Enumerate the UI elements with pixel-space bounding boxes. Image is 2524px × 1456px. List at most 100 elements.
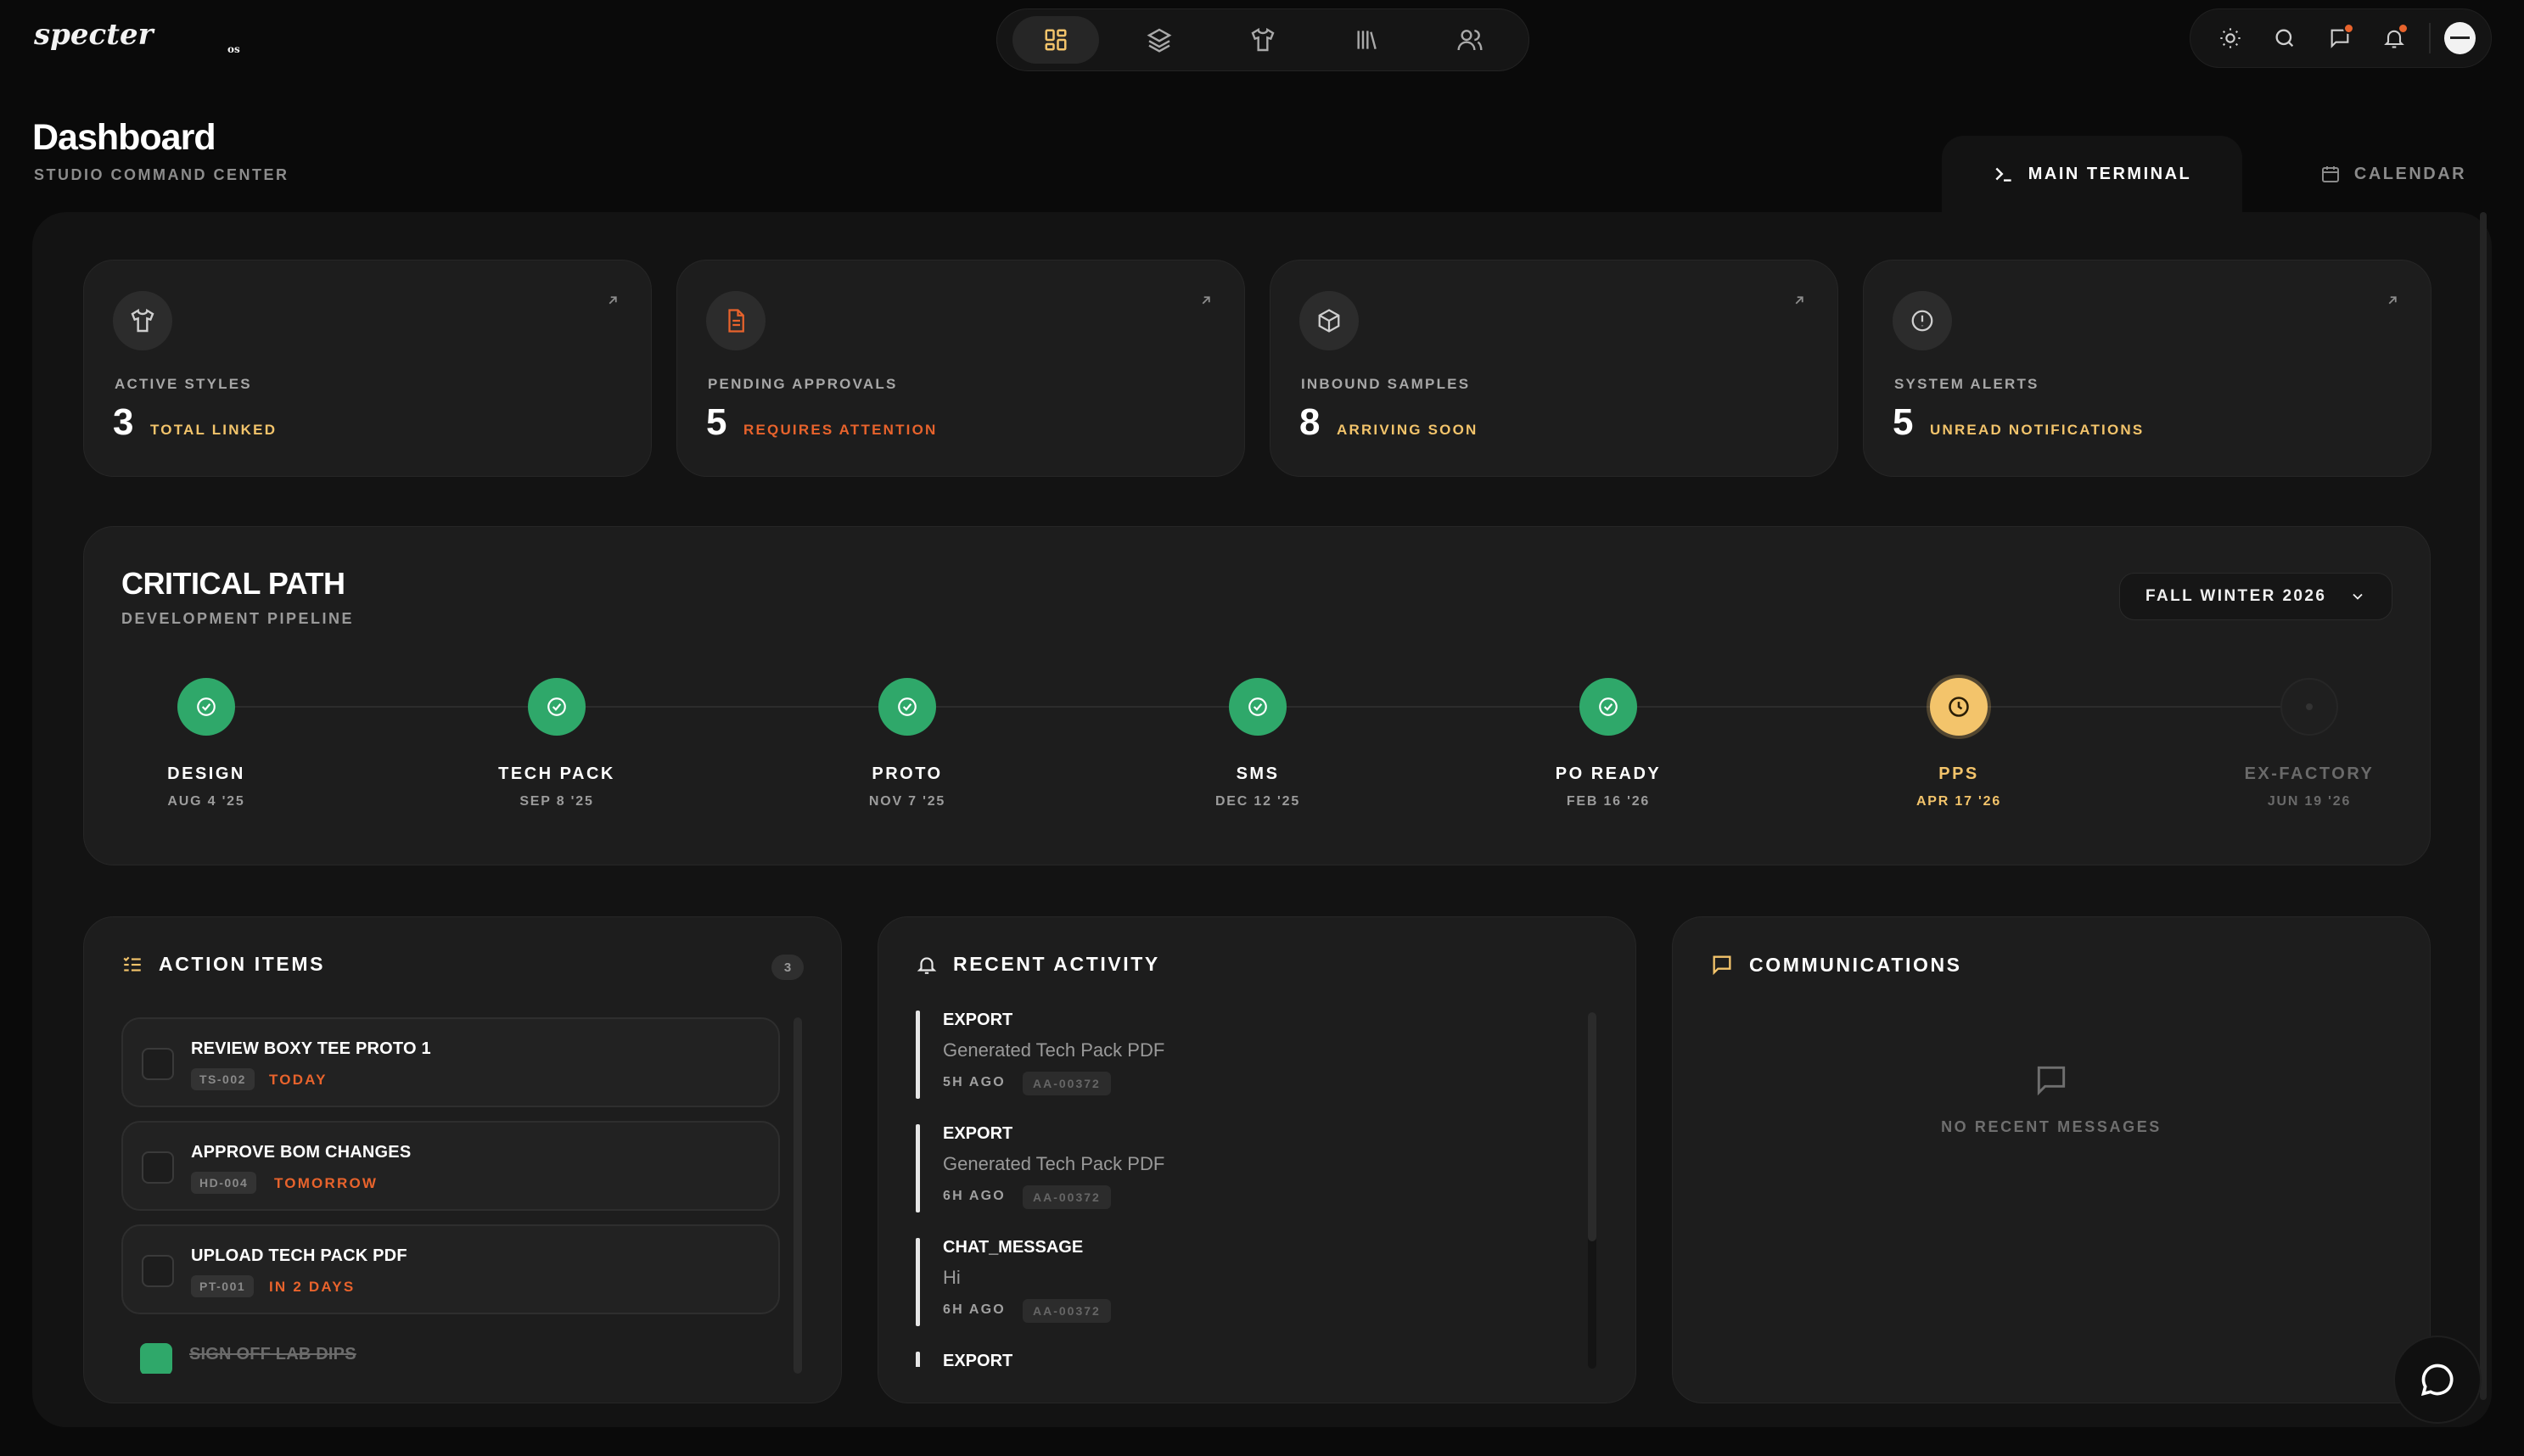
user-avatar[interactable] — [2444, 22, 2476, 54]
logo-wordmark: specter — [34, 22, 155, 52]
tab-main-terminal[interactable]: MAIN TERMINAL — [1942, 136, 2242, 212]
unread-dot — [2342, 23, 2354, 34]
empty-state-text: NO RECENT MESSAGES — [1941, 1118, 2162, 1135]
stat-card-inbound-samples[interactable]: INBOUND SAMPLES 8 ARRIVING SOON — [1270, 260, 1838, 477]
arrow-up-right-icon[interactable] — [605, 293, 620, 308]
stage-status-circle — [1930, 678, 1988, 736]
stage-date: APR 17 '26 — [1915, 794, 2002, 809]
nav-styles[interactable] — [1220, 16, 1306, 64]
stage-status-circle — [2280, 678, 2338, 736]
stage-name: EX-FACTORY — [2244, 764, 2375, 783]
action-checkbox[interactable] — [142, 1151, 174, 1184]
stat-label: SYSTEM ALERTS — [1894, 376, 2039, 392]
action-item[interactable]: APPROVE BOM CHANGES HD-004 TOMORROW — [121, 1121, 780, 1211]
stat-value: 8 — [1299, 401, 1321, 443]
action-title: SIGN OFF LAB DIPS — [189, 1345, 356, 1364]
check-circle-icon — [1247, 696, 1269, 718]
arrow-up-right-icon[interactable] — [1198, 293, 1214, 308]
activity-entry[interactable]: EXPORT Generated Tech Pack PDF 6H AGO AA… — [916, 1124, 1578, 1238]
stage-status-circle — [878, 678, 936, 736]
stage-name: DESIGN — [167, 764, 245, 783]
activity-time: 6H AGO — [943, 1302, 1006, 1317]
tab-calendar[interactable]: CALENDAR — [2291, 136, 2495, 212]
theme-toggle-button[interactable] — [2206, 13, 2255, 64]
communications-card: COMMUNICATIONS NO RECENT MESSAGES — [1672, 916, 2431, 1403]
activity-description: Generated Tech Pack PDF — [943, 1153, 1165, 1174]
activity-entry[interactable]: CHAT_MESSAGE Hi 6H AGO AA-00372 — [916, 1238, 1578, 1352]
list-scroll-thumb[interactable] — [794, 1017, 802, 1374]
stage-ex-factory[interactable]: EX-FACTORY JUN 19 '26 — [2207, 678, 2411, 809]
stage-date: NOV 7 '25 — [868, 794, 946, 809]
action-item-completed[interactable]: SIGN OFF LAB DIPS — [121, 1328, 780, 1374]
style-code-badge: PT-001 — [191, 1275, 255, 1297]
stage-name: PO READY — [1555, 764, 1662, 783]
nav-dashboard[interactable] — [1012, 16, 1099, 64]
page-subtitle: STUDIO COMMAND CENTER — [34, 166, 289, 183]
season-select[interactable]: FALL WINTER 2026 — [2119, 573, 2392, 620]
due-label: TOMORROW — [274, 1175, 379, 1191]
stat-card-pending-approvals[interactable]: PENDING APPROVALS 5 REQUIRES ATTENTION — [676, 260, 1245, 477]
action-item[interactable]: REVIEW BOXY TEE PROTO 1 TS-002 TODAY — [121, 1017, 780, 1107]
stage-name: SMS — [1236, 764, 1280, 783]
messages-button[interactable] — [2315, 13, 2364, 64]
document-icon — [723, 308, 749, 333]
stat-card-active-styles[interactable]: ACTIVE STYLES 3 TOTAL LINKED — [83, 260, 652, 477]
chevron-down-icon — [2349, 588, 2366, 605]
style-code-badge: HD-004 — [191, 1172, 257, 1194]
bell-icon — [916, 954, 938, 976]
main-navigation — [996, 8, 1529, 71]
stage-proto[interactable]: PROTO NOV 7 '25 — [805, 678, 1009, 809]
stat-value: 5 — [1893, 401, 1914, 443]
toolbar-divider — [2429, 23, 2431, 53]
critical-path-card: CRITICAL PATH DEVELOPMENT PIPELINE FALL … — [83, 526, 2431, 865]
arrow-up-right-icon[interactable] — [2385, 293, 2400, 308]
chat-launcher-button[interactable] — [2393, 1336, 2482, 1424]
card-title: RECENT ACTIVITY — [953, 953, 1160, 975]
activity-entry[interactable]: EXPORT Generated Tech Pack PDF 5H AGO AA… — [916, 1011, 1578, 1124]
package-icon — [1316, 308, 1342, 333]
tshirt-icon — [1249, 26, 1276, 53]
stage-name: TECH PACK — [498, 764, 615, 783]
action-title: APPROVE BOM CHANGES — [191, 1143, 412, 1162]
stage-pps[interactable]: PPS APR 17 '26 — [1857, 678, 2061, 809]
search-button[interactable] — [2260, 13, 2309, 64]
stat-icon-wrap — [1893, 291, 1952, 350]
stage-date: AUG 4 '25 — [167, 794, 245, 809]
activity-description: Hi — [943, 1267, 961, 1288]
stat-card-system-alerts[interactable]: SYSTEM ALERTS 5 UNREAD NOTIFICATIONS — [1863, 260, 2431, 477]
action-item[interactable]: UPLOAD TECH PACK PDF PT-001 IN 2 DAYS — [121, 1224, 780, 1314]
activity-ref-badge: AA-00372 — [1023, 1072, 1111, 1095]
unread-dot — [2398, 23, 2409, 34]
stat-note: UNREAD NOTIFICATIONS — [1930, 422, 2145, 438]
notifications-button[interactable] — [2370, 13, 2419, 64]
chat-bubble-icon — [2419, 1361, 2456, 1398]
stage-tech-pack[interactable]: TECH PACK SEP 8 '25 — [455, 678, 659, 809]
action-title: REVIEW BOXY TEE PROTO 1 — [191, 1039, 431, 1058]
page-scrollbar[interactable] — [2480, 212, 2487, 1400]
layers-icon — [1146, 26, 1173, 53]
stage-name: PPS — [1938, 764, 1979, 783]
specter-logo[interactable]: specter os — [34, 22, 255, 56]
communications-header: COMMUNICATIONS — [1710, 953, 1962, 977]
clock-icon — [1947, 695, 1971, 719]
stage-design[interactable]: DESIGN AUG 4 '25 — [104, 678, 308, 809]
library-icon — [1353, 26, 1380, 53]
check-circle-icon — [195, 696, 217, 718]
stat-icon-wrap — [1299, 291, 1359, 350]
action-checkbox[interactable] — [142, 1255, 174, 1287]
message-square-icon — [2033, 1061, 2070, 1099]
count-badge: 3 — [771, 955, 804, 980]
nav-library[interactable] — [1323, 16, 1410, 64]
nav-team[interactable] — [1427, 16, 1513, 64]
search-icon — [2273, 26, 2297, 50]
dashboard-grid-icon — [1043, 27, 1068, 53]
empty-state: NO RECENT MESSAGES — [1673, 1061, 2430, 1136]
arrow-up-right-icon[interactable] — [1792, 293, 1807, 308]
stage-po-ready[interactable]: PO READY FEB 16 '26 — [1506, 678, 1710, 809]
activity-entry[interactable]: EXPORT — [916, 1352, 1578, 1367]
list-scroll-thumb[interactable] — [1588, 1012, 1596, 1241]
action-checkbox[interactable] — [142, 1048, 174, 1080]
stage-sms[interactable]: SMS DEC 12 '25 — [1156, 678, 1360, 809]
nav-collections[interactable] — [1116, 16, 1203, 64]
action-checkbox-checked[interactable] — [140, 1343, 172, 1374]
